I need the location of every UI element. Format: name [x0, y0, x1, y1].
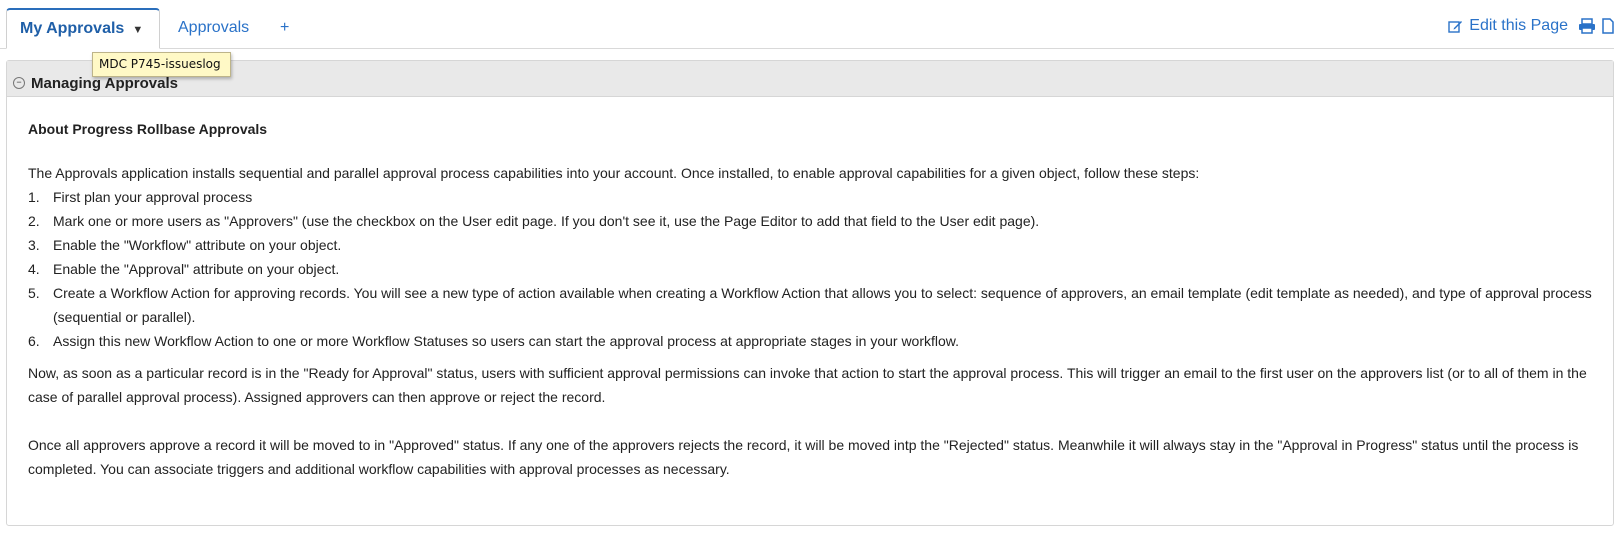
step-text: First plan your approval process — [53, 189, 253, 205]
print-icon[interactable] — [1578, 18, 1596, 34]
panel-title: Managing Approvals — [31, 75, 178, 92]
steps-list: 1. First plan your approval process 2. Mar… — [28, 185, 1613, 353]
intro-text: The Approvals application installs seque… — [28, 165, 1200, 181]
step-text: Create a Workflow Action for approving r… — [53, 285, 1592, 325]
step-text: Enable the "Approval" attribute on your … — [53, 261, 340, 277]
managing-approvals-panel: − Managing Approvals About Progress Roll… — [6, 60, 1614, 526]
step-number: 4. — [28, 261, 40, 277]
tab-tooltip: MDC P745-issueslog — [92, 52, 231, 77]
content-heading: About Progress Rollbase Approvals — [28, 121, 268, 137]
edit-icon — [1448, 20, 1463, 33]
step-text: Enable the "Workflow" attribute on your … — [53, 237, 342, 253]
step-text: Assign this new Workflow Action to one o… — [53, 333, 960, 349]
edit-page-label: Edit this Page — [1469, 17, 1568, 34]
page-actions: Edit this Page — [1448, 14, 1614, 38]
step-text: Mark one or more users as "Approvers" (u… — [53, 213, 1040, 229]
edit-page-link[interactable]: Edit this Page — [1448, 17, 1568, 35]
status-paragraph: Now, as soon as a particular record is i… — [28, 365, 1587, 405]
list-item: 2. Mark one or more users as "Approvers" … — [28, 209, 1613, 233]
step-number: 1. — [28, 189, 40, 205]
document-icon[interactable] — [1602, 18, 1614, 34]
step-number: 2. — [28, 213, 40, 229]
step-number: 5. — [28, 285, 40, 301]
tab-my-approvals[interactable]: My Approvals ▼ — [6, 8, 161, 49]
panel-header[interactable]: − Managing Approvals — [7, 61, 1613, 97]
tab-label: My Approvals — [20, 20, 125, 37]
approval-paragraph: Once all approvers approve a record it w… — [28, 437, 1579, 477]
list-item: 1. First plan your approval process — [28, 185, 1613, 209]
caret-down-icon[interactable]: ▼ — [132, 11, 143, 49]
panel-content: About Progress Rollbase Approvals The Ap… — [7, 97, 1613, 481]
add-tab-button[interactable]: + — [280, 8, 289, 48]
list-item: 3. Enable the "Workflow" attribute on you… — [28, 233, 1613, 257]
list-item: 4. Enable the "Approval" attribute on you… — [28, 257, 1613, 281]
step-number: 3. — [28, 237, 40, 253]
tab-bar: My Approvals ▼ Approvals + Edit this Page — [0, 0, 1614, 49]
collapse-icon[interactable]: − — [13, 77, 25, 89]
list-item: 6. Assign this new Workflow Action to one… — [28, 329, 1613, 353]
list-item: 5. Create a Workflow Action for approving… — [28, 281, 1613, 329]
step-number: 6. — [28, 333, 40, 349]
tab-approvals[interactable]: Approvals — [178, 8, 249, 48]
